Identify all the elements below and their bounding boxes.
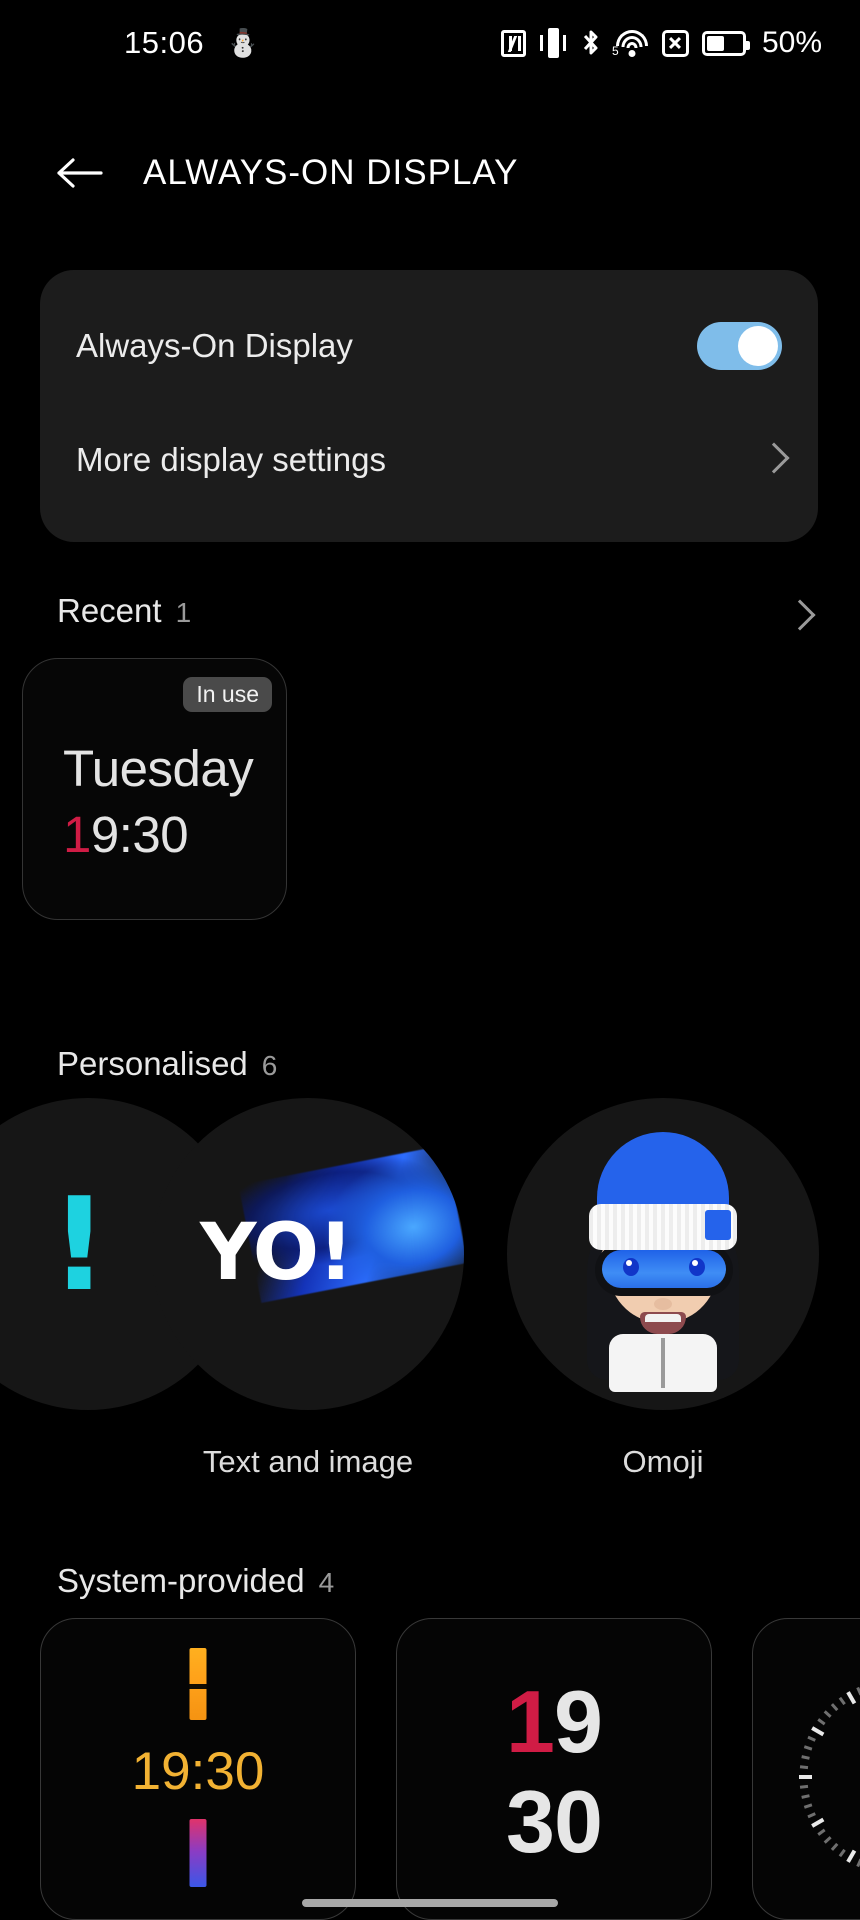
title-bar: ALWAYS-ON DISPLAY bbox=[0, 128, 860, 218]
clock-tick bbox=[800, 1755, 810, 1760]
system-style-stacked-digits[interactable]: 19 30 bbox=[396, 1618, 712, 1920]
section-count: 6 bbox=[261, 1050, 278, 1081]
clock-tick bbox=[800, 1794, 810, 1799]
section-count: 1 bbox=[175, 597, 192, 628]
clock-tick bbox=[830, 1703, 838, 1712]
recent-style-tile[interactable]: In use Tuesday 19:30 bbox=[22, 658, 287, 920]
section-title: Recent bbox=[57, 592, 162, 629]
always-on-display-toggle[interactable] bbox=[697, 322, 782, 370]
orange-bar-decoration bbox=[189, 1648, 207, 1720]
chevron-right-icon bbox=[762, 443, 782, 477]
clock-tick bbox=[816, 1718, 826, 1726]
section-header-recent: Recent 1 bbox=[57, 592, 191, 630]
yo-text: YO! bbox=[200, 1208, 354, 1298]
yo-artwork: YO! bbox=[152, 1098, 464, 1410]
omoji-avatar bbox=[563, 1126, 763, 1392]
battery-icon bbox=[701, 30, 750, 56]
clock-tick bbox=[816, 1828, 826, 1836]
status-bar: 15:06 ⛄ 5 50% bbox=[0, 0, 860, 86]
clock-tick bbox=[855, 1686, 860, 1696]
ski-goggles-icon bbox=[595, 1244, 733, 1296]
clock-tick bbox=[846, 1691, 857, 1705]
vibrate-icon bbox=[539, 28, 567, 58]
clock-tick bbox=[855, 1858, 860, 1868]
system-clock-minute: 30 bbox=[506, 1772, 603, 1871]
clock-tick bbox=[799, 1784, 808, 1789]
analog-clock-face bbox=[799, 1679, 860, 1875]
clock-tick bbox=[838, 1696, 846, 1706]
personalised-label-text-and-image: Text and image bbox=[202, 1444, 414, 1479]
exclamation-icon: ! bbox=[50, 1171, 109, 1320]
status-bar-left: 15:06 ⛄ bbox=[124, 25, 260, 61]
personalised-item-text-and-image[interactable]: YO! bbox=[152, 1098, 464, 1410]
gmail-icon: ⛄ bbox=[226, 27, 260, 59]
system-clock-hour: 19 bbox=[397, 1671, 711, 1773]
row-label: More display settings bbox=[76, 441, 386, 478]
bluetooth-icon bbox=[580, 28, 602, 58]
gesture-bar[interactable] bbox=[302, 1899, 558, 1907]
system-style-bars-clock[interactable]: 19:30 bbox=[40, 1618, 356, 1920]
clock-tick bbox=[799, 1765, 808, 1770]
system-style-analog-clock[interactable] bbox=[752, 1618, 860, 1920]
hour-rest-digit: 9 bbox=[554, 1672, 603, 1771]
toggle-knob bbox=[738, 326, 778, 366]
clock-tick bbox=[823, 1710, 832, 1718]
section-title: System-provided bbox=[57, 1562, 305, 1599]
row-label: Always-On Display bbox=[76, 327, 353, 364]
clock-tick bbox=[799, 1775, 812, 1779]
gradient-bar-decoration bbox=[189, 1819, 207, 1887]
page-title: ALWAYS-ON DISPLAY bbox=[143, 153, 519, 192]
clock-tick bbox=[811, 1817, 825, 1828]
status-time: 15:06 bbox=[124, 25, 205, 60]
row-more-display-settings[interactable]: More display settings bbox=[76, 422, 782, 498]
phone-screen: 15:06 ⛄ 5 50% ALWAYS-ON DISPLAY Always-O… bbox=[0, 0, 860, 1920]
recent-time-accent: 1 bbox=[63, 806, 91, 863]
recent-tile-day: Tuesday bbox=[63, 740, 254, 797]
status-bar-right: 5 50% bbox=[500, 26, 822, 60]
hour-accent-digit: 1 bbox=[506, 1672, 555, 1771]
clock-tick bbox=[838, 1848, 846, 1858]
recent-tile-time: 19:30 bbox=[63, 805, 189, 864]
signal-off-icon bbox=[661, 29, 689, 57]
section-header-system-provided: System-provided 4 bbox=[57, 1562, 334, 1600]
battery-percent: 50% bbox=[761, 26, 822, 59]
clock-tick bbox=[830, 1842, 838, 1851]
recent-chevron-right-icon[interactable] bbox=[788, 600, 808, 634]
personalised-label-omoji: Omoji bbox=[622, 1444, 704, 1479]
clock-tick bbox=[823, 1836, 832, 1844]
recent-time-rest: 9:30 bbox=[90, 806, 189, 863]
clock-tick bbox=[806, 1735, 816, 1742]
clock-tick bbox=[803, 1803, 812, 1809]
status-badge: In use bbox=[183, 677, 272, 712]
section-header-personalised: Personalised 6 bbox=[57, 1045, 277, 1083]
section-count: 4 bbox=[318, 1567, 335, 1598]
clock-tick bbox=[803, 1745, 812, 1751]
settings-card: Always-On Display More display settings bbox=[40, 270, 818, 542]
clock-tick bbox=[811, 1726, 825, 1737]
clock-tick bbox=[846, 1849, 857, 1863]
clock-tick bbox=[806, 1812, 816, 1819]
nfc-icon bbox=[500, 29, 526, 57]
wifi-5g-icon: 5 bbox=[612, 29, 649, 58]
back-arrow-icon[interactable] bbox=[56, 156, 104, 190]
row-always-on-display[interactable]: Always-On Display bbox=[76, 308, 782, 384]
section-title: Personalised bbox=[57, 1045, 248, 1082]
system-clock-time: 19:30 bbox=[131, 1742, 265, 1801]
personalised-item-omoji[interactable] bbox=[507, 1098, 819, 1410]
